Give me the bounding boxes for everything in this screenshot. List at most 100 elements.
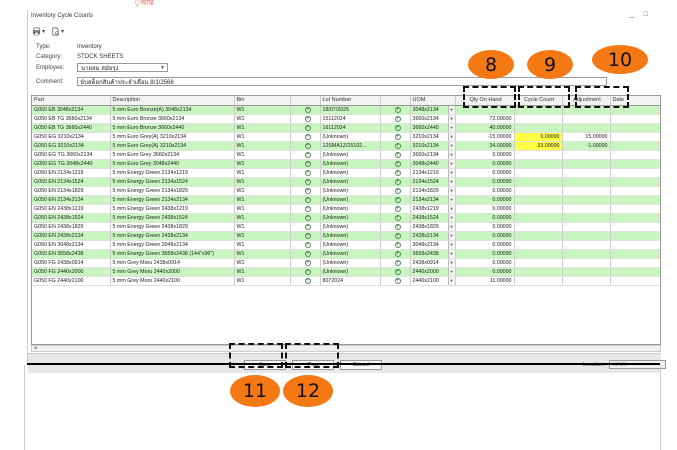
description-cell[interactable]: 5 mm Energy Green 2134x1524 <box>110 177 235 187</box>
cancel-button[interactable]: Cancel <box>340 360 382 370</box>
bin-cell[interactable]: W1 <box>234 204 291 214</box>
add-bin-icon[interactable]: + <box>304 169 311 176</box>
cycle-count-cell[interactable] <box>514 249 563 259</box>
add-lot-icon[interactable]: + <box>394 187 401 194</box>
table-row[interactable]: G050 EN 2438x1829 5 mm Energy Green 2438x… <box>32 222 660 232</box>
column-header[interactable]: Bin <box>234 96 291 106</box>
chevron-down-icon[interactable]: ▼ <box>447 267 454 275</box>
date-cell[interactable] <box>610 159 660 169</box>
description-cell[interactable]: 5 mm Euro Bronze(A) 3048x2134 <box>110 105 235 115</box>
bin-cell[interactable]: W1 <box>234 222 291 232</box>
add-bin-icon[interactable]: + <box>304 241 311 248</box>
lot-cell[interactable]: (Unknown) <box>320 240 381 250</box>
lot-cell[interactable]: (Unknown) <box>320 132 381 142</box>
lot-add-cell[interactable]: + <box>380 213 411 223</box>
cycle-count-cell[interactable] <box>514 168 563 178</box>
chevron-down-icon[interactable]: ▼ <box>447 213 454 221</box>
column-header[interactable]: Part <box>32 96 111 106</box>
table-row[interactable]: G050 EG 3210x2134 5 mm Euro Grey(A) 3210x… <box>32 132 660 142</box>
date-cell[interactable] <box>610 132 660 142</box>
add-lot-icon[interactable]: + <box>394 196 401 203</box>
cycle-count-cell[interactable] <box>514 240 563 250</box>
chevron-down-icon[interactable]: ▼ <box>447 240 454 248</box>
horizontal-scrollbar[interactable]: ◂ <box>31 345 661 352</box>
bin-add-cell[interactable]: + <box>290 276 321 286</box>
cycle-count-cell[interactable] <box>514 159 563 169</box>
bin-cell[interactable]: W1 <box>234 231 291 241</box>
date-cell[interactable] <box>610 204 660 214</box>
date-cell[interactable] <box>610 195 660 205</box>
date-cell[interactable] <box>610 240 660 250</box>
date-cell[interactable] <box>610 186 660 196</box>
add-bin-icon[interactable]: + <box>304 124 311 131</box>
add-bin-icon[interactable]: + <box>304 214 311 221</box>
add-lot-icon[interactable]: + <box>394 115 401 122</box>
chevron-down-icon[interactable]: ▼ <box>447 159 454 167</box>
date-cell[interactable] <box>610 258 660 268</box>
bin-cell[interactable]: W1 <box>234 132 291 142</box>
date-cell[interactable] <box>610 141 660 151</box>
comment-input[interactable]: นับสต็อกสินค้าประจำเดือน 8/1/2568 <box>77 77 607 86</box>
add-lot-icon[interactable]: + <box>394 160 401 167</box>
cycle-count-cell[interactable]: 0.00000 <box>514 132 563 142</box>
part-cell[interactable]: G050 EN 2134x1219 <box>32 168 111 178</box>
lot-add-cell[interactable]: + <box>380 168 411 178</box>
lot-add-cell[interactable]: + <box>380 159 411 169</box>
bin-add-cell[interactable]: + <box>290 159 321 169</box>
date-cell[interactable] <box>610 249 660 259</box>
lot-add-cell[interactable]: + <box>380 249 411 259</box>
bin-cell[interactable]: W1 <box>234 195 291 205</box>
uom-cell[interactable]: 3048x2134 ▼ <box>410 105 456 115</box>
lot-cell[interactable]: (Unknown) <box>320 258 381 268</box>
add-bin-icon[interactable]: + <box>304 196 311 203</box>
lot-add-cell[interactable]: + <box>380 258 411 268</box>
bin-add-cell[interactable]: + <box>290 240 321 250</box>
table-row[interactable]: G050 FG 2438x0914 5 mm Grey Moru 2438x091… <box>32 258 660 268</box>
cycle-count-cell[interactable] <box>514 114 563 124</box>
bin-cell[interactable]: W1 <box>234 141 291 151</box>
lot-add-cell[interactable]: + <box>380 186 411 196</box>
chevron-down-icon[interactable]: ▼ <box>447 249 454 257</box>
lot-cell[interactable]: 15112024 <box>320 114 381 124</box>
window-controls[interactable]: _□ <box>630 11 658 18</box>
part-cell[interactable]: G050 EN 2438x2134 <box>32 231 111 241</box>
date-cell[interactable] <box>610 168 660 178</box>
add-lot-icon[interactable]: + <box>394 169 401 176</box>
bin-cell[interactable]: W1 <box>234 114 291 124</box>
cycle-count-cell[interactable] <box>514 267 563 277</box>
uom-cell[interactable]: 3048x2134 ▼ <box>410 240 456 250</box>
employee-select[interactable]: นายสม สมัยรุ่ง ▼ <box>77 63 168 72</box>
scroll-left-icon[interactable]: ◂ <box>34 345 37 351</box>
part-cell[interactable]: G050 EN 3048x2134 <box>32 240 111 250</box>
description-cell[interactable]: 5 mm Euro Grey 3048x2440 <box>110 159 235 169</box>
chevron-down-icon[interactable]: ▼ <box>447 114 454 122</box>
description-cell[interactable]: 5 mm Euro Bronze 3660x2134 <box>110 114 235 124</box>
add-lot-icon[interactable]: + <box>394 268 401 275</box>
description-cell[interactable]: 5 mm Energy Green 2438x1829 <box>110 222 235 232</box>
uom-cell[interactable]: 2134x1219 ▼ <box>410 168 456 178</box>
add-bin-icon[interactable]: + <box>304 142 311 149</box>
uom-cell[interactable]: 3660x2134 ▼ <box>410 150 456 160</box>
chevron-down-icon[interactable]: ▼ <box>447 132 454 140</box>
table-row[interactable]: G050 EN 2438x1524 5 mm Energy Green 2438x… <box>32 213 660 223</box>
chevron-down-icon[interactable]: ▼ <box>447 168 454 176</box>
chevron-down-icon[interactable]: ▼ <box>447 141 454 149</box>
description-cell[interactable]: 5 mm Energy Green 2438x1524 <box>110 213 235 223</box>
bin-add-cell[interactable]: + <box>290 222 321 232</box>
add-lot-icon[interactable]: + <box>394 232 401 239</box>
description-cell[interactable]: 5 mm Euro Grey(A) 3210x2134 <box>110 132 235 142</box>
add-lot-icon[interactable]: + <box>394 133 401 140</box>
lot-add-cell[interactable]: + <box>380 114 411 124</box>
cycle-count-cell[interactable] <box>514 258 563 268</box>
lot-add-cell[interactable]: + <box>380 132 411 142</box>
add-bin-icon[interactable]: + <box>304 160 311 167</box>
description-cell[interactable]: 5 mm Energy Green 2134x1829 <box>110 186 235 196</box>
add-lot-icon[interactable]: + <box>394 205 401 212</box>
lot-cell[interactable]: (Unknown) <box>320 159 381 169</box>
lot-cell[interactable]: (Unknown) <box>320 204 381 214</box>
add-lot-icon[interactable]: + <box>394 223 401 230</box>
bin-cell[interactable]: W1 <box>234 159 291 169</box>
add-lot-icon[interactable]: + <box>394 259 401 266</box>
description-cell[interactable]: 5 mm Energy Green 3048x2134 <box>110 240 235 250</box>
date-cell[interactable] <box>610 267 660 277</box>
